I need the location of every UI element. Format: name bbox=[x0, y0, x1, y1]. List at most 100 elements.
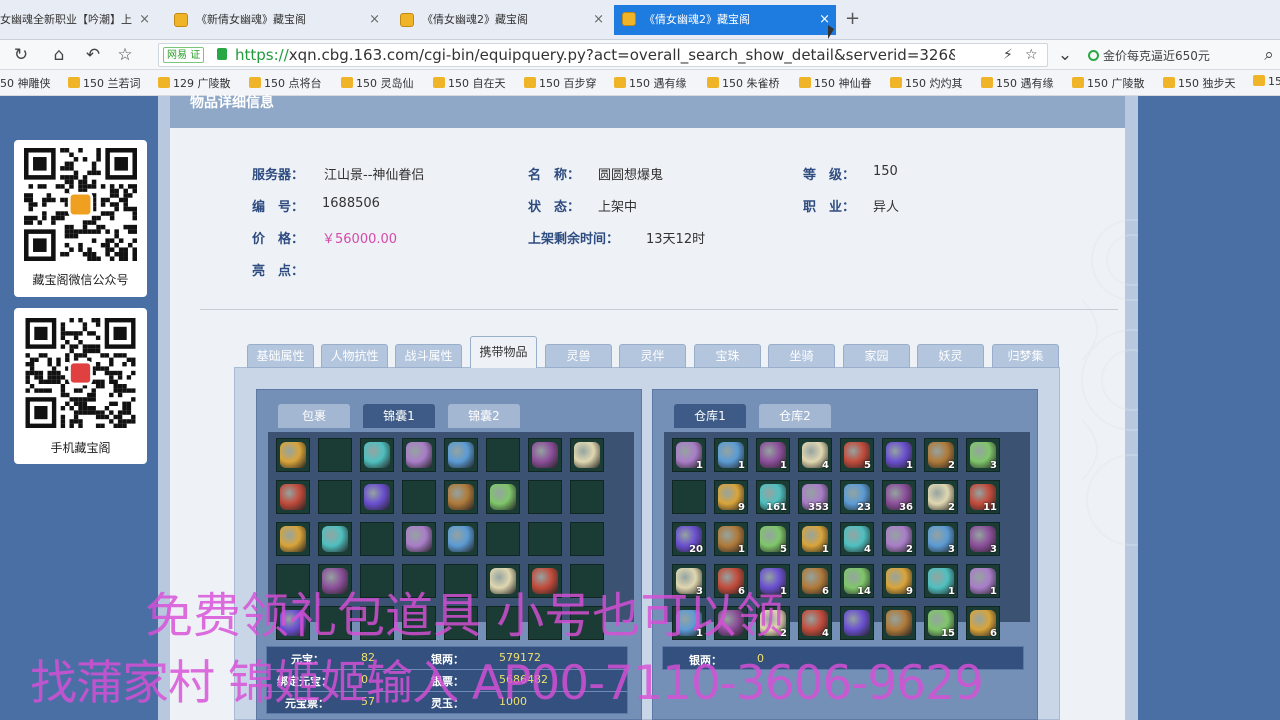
subtab-warehouse-1[interactable]: 仓库1 bbox=[674, 404, 746, 428]
item-slot[interactable] bbox=[402, 522, 436, 556]
item-slot[interactable] bbox=[444, 522, 478, 556]
item-slot[interactable] bbox=[486, 480, 520, 514]
item-slot[interactable] bbox=[360, 438, 394, 472]
bookmark-item[interactable]: 150 遇有缘 bbox=[981, 75, 1054, 91]
item-slot[interactable] bbox=[528, 438, 562, 472]
bookmark-item[interactable]: 150 灼灼其 bbox=[890, 75, 963, 91]
bookmark-item[interactable]: 129 广陵散 bbox=[158, 75, 231, 91]
tab-dream-collection[interactable]: 归梦集 bbox=[992, 344, 1059, 368]
item-slot[interactable] bbox=[444, 480, 478, 514]
tab-home[interactable]: 家园 bbox=[843, 344, 910, 368]
item-slot[interactable] bbox=[570, 438, 604, 472]
item-count: 9 bbox=[906, 586, 913, 597]
bookmark-item[interactable]: 150 点将台 bbox=[249, 75, 322, 91]
subtab-pouch-2[interactable]: 锦囊2 bbox=[448, 404, 520, 428]
item-slot[interactable]: 1 bbox=[966, 564, 1000, 598]
item-slot[interactable]: 15 bbox=[924, 606, 958, 640]
item-slot[interactable]: 5 bbox=[840, 438, 874, 472]
browser-tab-3[interactable]: 《倩女幽魂2》藏宝阁 × bbox=[392, 6, 610, 34]
item-slot[interactable]: 6 bbox=[798, 564, 832, 598]
new-tab-button[interactable]: + bbox=[845, 8, 860, 29]
refresh-icon[interactable]: ↻ bbox=[10, 44, 32, 66]
url-text[interactable]: https://xqn.cbg.163.com/cgi-bin/equipque… bbox=[235, 45, 955, 65]
item-slot[interactable]: 11 bbox=[966, 480, 1000, 514]
item-slot[interactable]: 1 bbox=[798, 522, 832, 556]
item-slot[interactable]: 1 bbox=[924, 564, 958, 598]
item-slot[interactable]: 3 bbox=[966, 522, 1000, 556]
close-icon[interactable]: × bbox=[139, 6, 150, 34]
item-slot[interactable] bbox=[276, 522, 310, 556]
item-slot[interactable] bbox=[318, 522, 352, 556]
favorite-star-icon[interactable]: ☆ bbox=[114, 44, 136, 66]
bookmark-item[interactable]: 150 自在天 bbox=[433, 75, 506, 91]
tab-combat-attributes[interactable]: 战斗属性 bbox=[395, 344, 462, 368]
subtab-pouch-1[interactable]: 锦囊1 bbox=[363, 404, 435, 428]
subtab-warehouse-2[interactable]: 仓库2 bbox=[759, 404, 831, 428]
bookmark-item[interactable]: 150 朱雀桥 bbox=[707, 75, 780, 91]
item-slot[interactable]: 4 bbox=[798, 606, 832, 640]
browser-tab-1[interactable]: 女幽魂全新职业【吟潮】上 × bbox=[0, 6, 156, 34]
item-slot[interactable]: 161 bbox=[756, 480, 790, 514]
home-icon[interactable]: ⌂ bbox=[48, 44, 70, 66]
bookmark-item[interactable]: 150 百步穿 bbox=[524, 75, 597, 91]
bookmark-item[interactable]: 150 神仙眷 bbox=[799, 75, 872, 91]
item-slot[interactable]: 4 bbox=[840, 522, 874, 556]
item-count: 3 bbox=[990, 544, 997, 555]
item-slot[interactable]: 1 bbox=[756, 438, 790, 472]
item-slot[interactable]: 3 bbox=[924, 522, 958, 556]
tab-spirits[interactable]: 妖灵 bbox=[917, 344, 984, 368]
tab-companions[interactable]: 灵伴 bbox=[619, 344, 686, 368]
item-slot[interactable] bbox=[444, 438, 478, 472]
security-shield-badge[interactable]: 网易 证 bbox=[163, 47, 205, 63]
tab-carried-items[interactable]: 携带物品 bbox=[470, 336, 537, 368]
close-icon[interactable]: × bbox=[369, 6, 380, 34]
bookmark-item[interactable]: 150 独步天 bbox=[1163, 75, 1236, 91]
browser-tab-2[interactable]: 《新倩女幽魂》藏宝阁 × bbox=[166, 6, 386, 34]
item-slot[interactable]: 2 bbox=[924, 438, 958, 472]
bookmark-item[interactable]: 150 广陵散 bbox=[1072, 75, 1145, 91]
item-slot[interactable]: 36 bbox=[882, 480, 916, 514]
bookmark-item[interactable]: 150 灵岛仙 bbox=[341, 75, 414, 91]
item-slot[interactable]: 1 bbox=[672, 438, 706, 472]
item-slot[interactable]: 14 bbox=[840, 564, 874, 598]
item-slot[interactable]: 2 bbox=[882, 522, 916, 556]
tab-mounts[interactable]: 坐骑 bbox=[768, 344, 835, 368]
item-slot[interactable]: 6 bbox=[966, 606, 1000, 640]
search-icon[interactable]: ⌕ bbox=[1258, 44, 1280, 66]
item-slot[interactable]: 3 bbox=[966, 438, 1000, 472]
tab-basic-attributes[interactable]: 基础属性 bbox=[247, 344, 314, 368]
tab-orbs[interactable]: 宝珠 bbox=[694, 344, 761, 368]
item-slot[interactable]: 20 bbox=[672, 522, 706, 556]
item-slot[interactable]: 1 bbox=[882, 438, 916, 472]
bookmark-star-icon[interactable]: ☆ bbox=[1025, 45, 1038, 65]
item-slot[interactable]: 23 bbox=[840, 480, 874, 514]
tab-resistance[interactable]: 人物抗性 bbox=[321, 344, 388, 368]
item-slot[interactable]: 9 bbox=[714, 480, 748, 514]
item-slot[interactable] bbox=[402, 438, 436, 472]
bookmark-item[interactable]: 150 遇有缘 bbox=[614, 75, 687, 91]
item-slot[interactable]: 5 bbox=[756, 522, 790, 556]
bookmark-item[interactable]: 50 神雕侠 bbox=[0, 75, 51, 91]
undo-close-icon[interactable]: ↶ bbox=[82, 44, 104, 66]
item-slot[interactable] bbox=[276, 438, 310, 472]
item-slot[interactable] bbox=[840, 606, 874, 640]
search-suggestion[interactable]: 金价每克逼近650元 bbox=[1088, 47, 1210, 64]
item-slot[interactable] bbox=[276, 480, 310, 514]
bolt-icon[interactable]: ⚡ bbox=[1003, 45, 1013, 65]
url-bar[interactable]: 网易 证 https://xqn.cbg.163.com/cgi-bin/equ… bbox=[158, 43, 1048, 67]
close-icon[interactable]: × bbox=[593, 6, 604, 34]
bookmark-item[interactable]: 150 兰若词 bbox=[68, 75, 141, 91]
item-slot[interactable]: 353 bbox=[798, 480, 832, 514]
subtab-bag[interactable]: 包裹 bbox=[278, 404, 350, 428]
item-slot[interactable]: 9 bbox=[882, 564, 916, 598]
item-slot[interactable]: 1 bbox=[714, 438, 748, 472]
tab-pets[interactable]: 灵兽 bbox=[545, 344, 612, 368]
item-slot[interactable] bbox=[360, 480, 394, 514]
bookmark-item[interactable]: 150 bbox=[1253, 75, 1280, 88]
item-slot[interactable]: 4 bbox=[798, 438, 832, 472]
chevron-down-icon[interactable]: ⌄ bbox=[1054, 44, 1076, 66]
browser-tab-active[interactable]: 《倩女幽魂2》藏宝阁 × bbox=[614, 5, 836, 35]
item-slot[interactable]: 2 bbox=[924, 480, 958, 514]
item-slot[interactable] bbox=[882, 606, 916, 640]
item-slot[interactable]: 1 bbox=[714, 522, 748, 556]
